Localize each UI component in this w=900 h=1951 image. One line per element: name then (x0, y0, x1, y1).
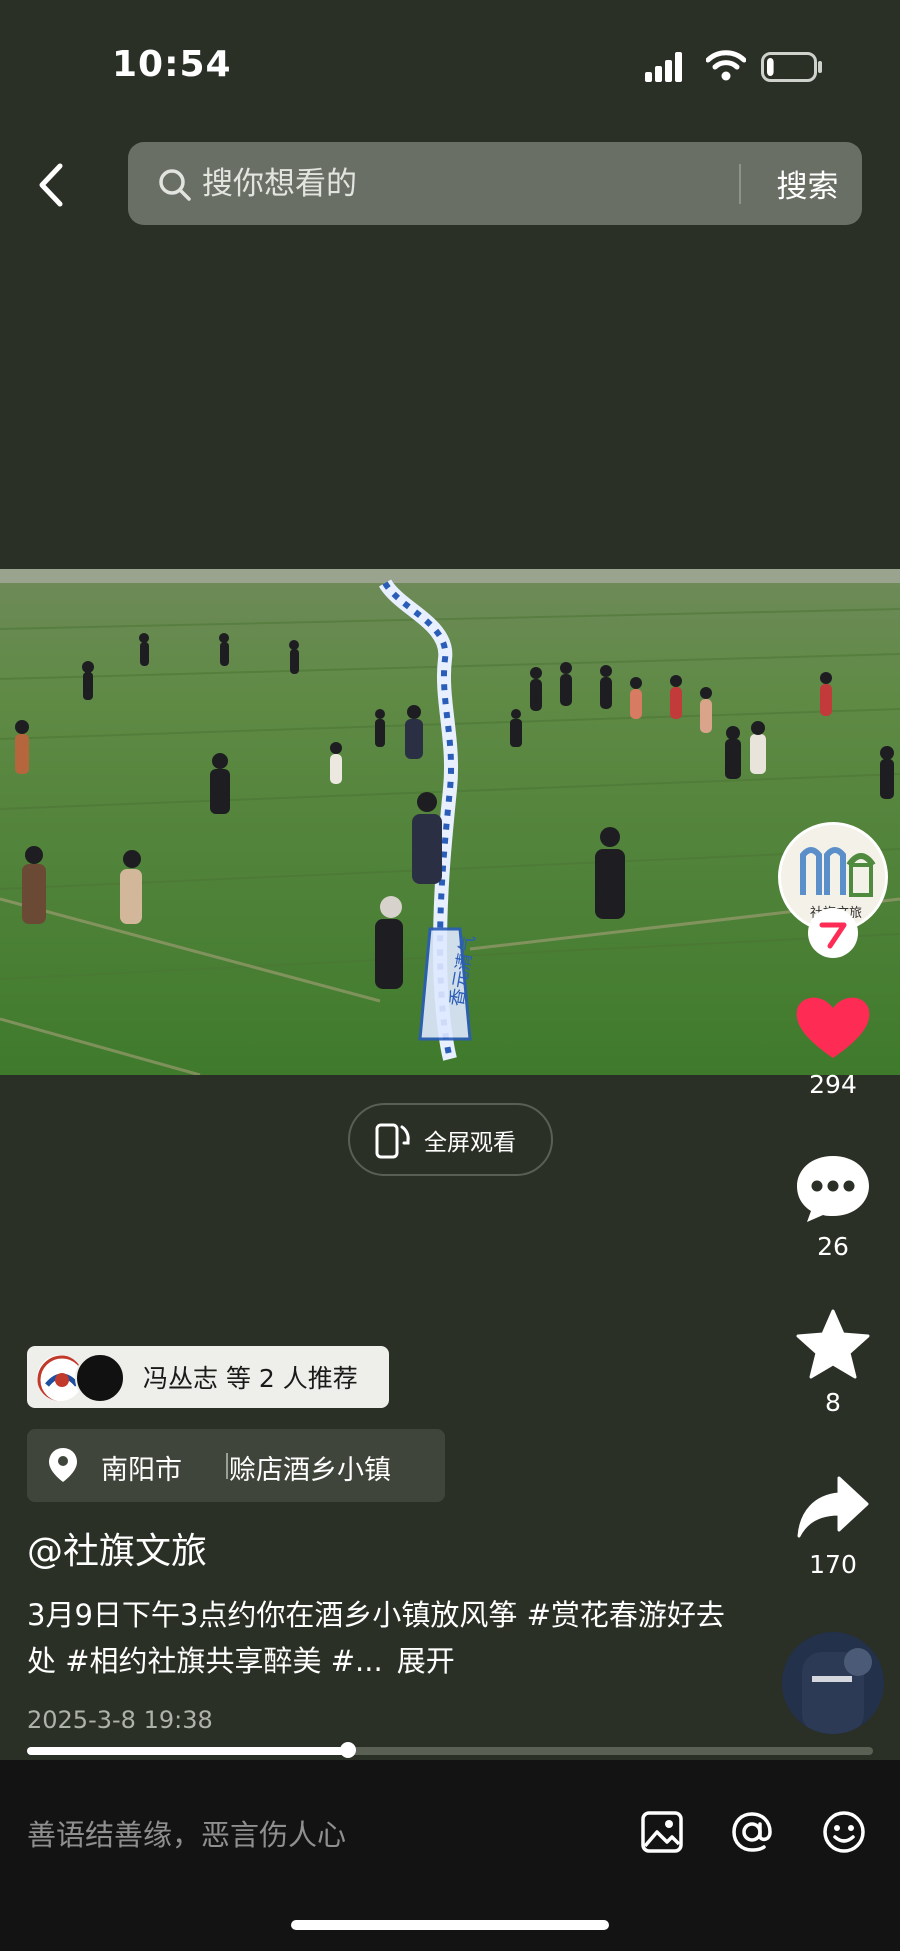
video-progress-bar[interactable] (27, 1742, 873, 1758)
music-disc-image (782, 1632, 884, 1734)
like-count: 294 (809, 1070, 857, 1099)
search-icon (159, 169, 191, 201)
mention-icon[interactable] (728, 1808, 776, 1856)
music-avatar[interactable] (782, 1632, 884, 1734)
wifi-icon (706, 50, 746, 81)
post-date: 2025-3-8 19:38 (27, 1706, 213, 1734)
comment-button[interactable]: 26 (780, 1152, 886, 1261)
plus-icon (819, 922, 847, 949)
share-icon (797, 1476, 869, 1538)
comment-icon (797, 1156, 869, 1222)
share-count: 170 (809, 1550, 857, 1579)
battery-icon (761, 52, 822, 82)
comment-bar (0, 1760, 900, 1951)
recommender-avatar (75, 1353, 125, 1403)
back-button[interactable] (30, 160, 76, 210)
recommend-chip[interactable]: 冯丛志 等 2 人推荐 (27, 1346, 389, 1408)
signal-icon (645, 52, 682, 82)
video-player[interactable]: 香元清气 (0, 569, 900, 1075)
home-indicator (291, 1920, 609, 1930)
rotate-screen-icon (375, 1123, 410, 1158)
heart-icon (796, 997, 870, 1058)
share-button[interactable]: 170 (780, 1474, 886, 1579)
video-frame-image: 香元清气 (0, 569, 900, 1075)
progress-thumb[interactable] (340, 1742, 357, 1758)
follow-button[interactable] (808, 908, 858, 958)
comment-count: 26 (817, 1232, 849, 1261)
location-city: 南阳市 (101, 1455, 182, 1486)
search-bar: 搜索 (128, 142, 862, 225)
favorite-button[interactable]: 8 (780, 1308, 886, 1417)
search-button[interactable]: 搜索 (753, 142, 862, 225)
search-divider (739, 164, 741, 204)
image-icon[interactable] (638, 1808, 686, 1856)
recommend-label: 冯丛志 等 2 人推荐 (143, 1364, 358, 1393)
location-place: 赊店酒乡小镇 (229, 1455, 391, 1486)
location-pin-icon (49, 1448, 77, 1482)
fullscreen-button[interactable]: 全屏观看 (348, 1103, 553, 1176)
status-time: 10:54 (112, 44, 232, 85)
description-text: 3月9日下午3点约你在酒乡小镇放风筝 #赏花春游好去处 #相约社旗共享醉美 #.… (27, 1598, 725, 1678)
star-icon (796, 1309, 870, 1379)
search-input[interactable] (202, 142, 722, 225)
fullscreen-label: 全屏观看 (424, 1129, 516, 1156)
author-name[interactable]: @社旗文旅 (27, 1522, 207, 1574)
comment-input[interactable] (27, 1800, 607, 1870)
progress-fill (27, 1747, 349, 1755)
status-bar: 10:54 (0, 0, 900, 130)
emoji-icon[interactable] (820, 1808, 868, 1856)
expand-button[interactable]: 展开 (397, 1644, 455, 1678)
favorite-count: 8 (825, 1388, 841, 1417)
location-chip[interactable]: 南阳市 赊店酒乡小镇 (27, 1429, 445, 1502)
post-description: 3月9日下午3点约你在酒乡小镇放风筝 #赏花春游好去处 #相约社旗共享醉美 #.… (27, 1592, 727, 1684)
like-button[interactable]: 294 (780, 992, 886, 1099)
location-divider (226, 1453, 228, 1479)
